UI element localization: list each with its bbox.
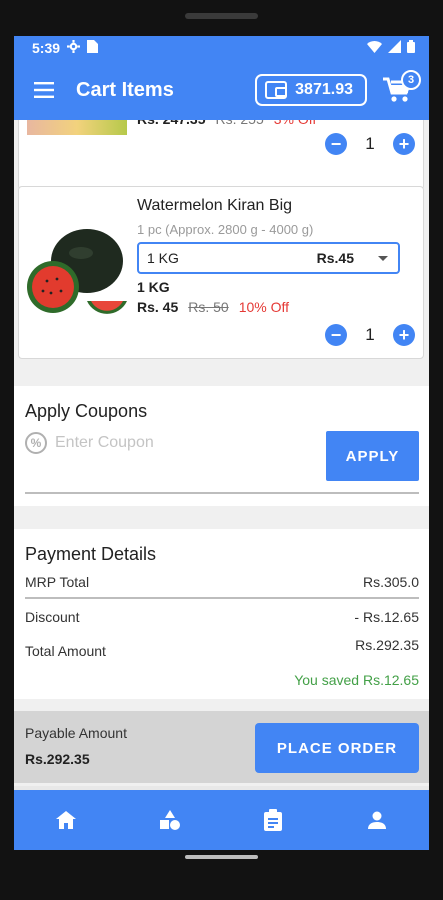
mrp-total-value: Rs.305.0 bbox=[362, 574, 419, 590]
savings-text: You saved Rs.12.65 bbox=[294, 672, 419, 688]
categories-icon bbox=[159, 810, 180, 830]
status-time: 5:39 bbox=[32, 40, 61, 56]
quantity-stepper: − 1 + bbox=[325, 324, 415, 346]
discount-tag-icon: % bbox=[25, 432, 47, 454]
home-icon bbox=[55, 811, 76, 829]
increase-quantity-button[interactable]: + bbox=[393, 133, 415, 155]
coupon-input[interactable] bbox=[53, 433, 257, 453]
page-title: Cart Items bbox=[76, 78, 174, 101]
coupon-underline bbox=[25, 492, 419, 494]
decrease-quantity-button[interactable]: − bbox=[325, 133, 347, 155]
total-amount-label: Total Amount bbox=[25, 643, 106, 659]
product-image bbox=[25, 223, 129, 328]
bottom-navigation bbox=[14, 786, 429, 850]
hamburger-icon bbox=[34, 82, 54, 98]
price-old: Rs. 50 bbox=[188, 299, 229, 315]
variant-label: 1 KG bbox=[147, 250, 179, 266]
coupon-field: % bbox=[25, 432, 257, 454]
apply-coupon-button[interactable]: APPLY bbox=[326, 431, 419, 481]
nav-categories[interactable] bbox=[140, 795, 200, 845]
menu-button[interactable] bbox=[14, 60, 74, 120]
signal-icon bbox=[388, 40, 401, 56]
settings-icon bbox=[67, 40, 81, 56]
coupon-section: Apply Coupons % APPLY bbox=[14, 386, 429, 506]
battery-icon bbox=[407, 40, 415, 56]
place-order-button[interactable]: PLACE ORDER bbox=[255, 723, 419, 773]
variant-price: Rs.45 bbox=[316, 250, 354, 266]
decrease-quantity-button[interactable]: − bbox=[325, 324, 347, 346]
screen: 5:39 Cart Items 3871.93 3 − 1 + Watermel… bbox=[14, 36, 429, 850]
orders-icon bbox=[264, 809, 283, 831]
cart-count-badge: 3 bbox=[401, 70, 421, 90]
total-amount-value: Rs.292.35 bbox=[355, 637, 419, 653]
nav-orders[interactable] bbox=[243, 795, 303, 845]
quantity-stepper: − 1 + bbox=[325, 133, 415, 155]
status-bar: 5:39 bbox=[14, 36, 429, 60]
wifi-icon bbox=[367, 40, 382, 56]
mrp-total-label: MRP Total bbox=[25, 574, 90, 590]
divider bbox=[25, 597, 419, 599]
nav-home[interactable] bbox=[36, 795, 96, 845]
payment-title: Payment Details bbox=[25, 544, 157, 564]
payable-bar: Payable Amount Rs.292.35 PLACE ORDER bbox=[14, 711, 429, 783]
plus-icon: + bbox=[398, 325, 410, 345]
wallet-balance: 3871.93 bbox=[295, 81, 353, 98]
home-indicator bbox=[185, 855, 258, 859]
wallet-icon bbox=[265, 81, 288, 99]
quantity-value: 1 bbox=[365, 325, 375, 344]
selected-unit: 1 KG bbox=[137, 279, 170, 295]
wallet-balance-button[interactable]: 3871.93 bbox=[255, 74, 367, 106]
quantity-value: 1 bbox=[365, 134, 375, 153]
total-amount-row: Total Amount Rs.292.35 bbox=[25, 637, 419, 659]
mrp-total-row: MRP Total Rs.305.0 bbox=[25, 574, 419, 590]
product-description: 1 pc (Approx. 2800 g - 4000 g) bbox=[137, 222, 314, 237]
discount-total-label: Discount bbox=[25, 609, 80, 625]
app-bar: Cart Items 3871.93 3 bbox=[14, 60, 429, 120]
account-icon bbox=[368, 811, 387, 829]
product-name: Watermelon Kiran Big bbox=[137, 197, 293, 214]
payable-value: Rs.292.35 bbox=[25, 751, 90, 767]
sim-card-icon bbox=[87, 40, 99, 56]
cart-button[interactable]: 3 bbox=[377, 70, 421, 110]
coupon-title: Apply Coupons bbox=[25, 401, 148, 421]
payable-label: Payable Amount bbox=[25, 725, 127, 741]
variant-select[interactable]: 1 KG Rs.45 bbox=[137, 242, 400, 274]
price-line: Rs. 45 Rs. 50 10% Off bbox=[137, 299, 289, 315]
price-now: Rs. 45 bbox=[137, 299, 179, 315]
product-image bbox=[27, 119, 127, 135]
dropdown-arrow-icon bbox=[378, 255, 388, 261]
minus-icon: − bbox=[330, 325, 342, 345]
nav-account[interactable] bbox=[347, 795, 407, 845]
discount-row: Discount - Rs.12.65 bbox=[25, 609, 419, 625]
speaker-grille bbox=[185, 13, 258, 19]
minus-icon: − bbox=[330, 134, 342, 154]
discount-total-value: - Rs.12.65 bbox=[354, 609, 419, 625]
increase-quantity-button[interactable]: + bbox=[393, 324, 415, 346]
device-frame: 5:39 Cart Items 3871.93 3 − 1 + Watermel… bbox=[0, 0, 443, 900]
payment-details-section: Payment Details MRP Total Rs.305.0 Disco… bbox=[14, 529, 429, 699]
discount-label: 10% Off bbox=[238, 299, 290, 315]
plus-icon: + bbox=[398, 134, 410, 154]
cart-item-card: Rs. 247.35 Rs. 255 3% Off − 1 + bbox=[18, 110, 424, 190]
cart-item-card: Watermelon Kiran Big 1 pc (Approx. 2800 … bbox=[18, 186, 424, 359]
